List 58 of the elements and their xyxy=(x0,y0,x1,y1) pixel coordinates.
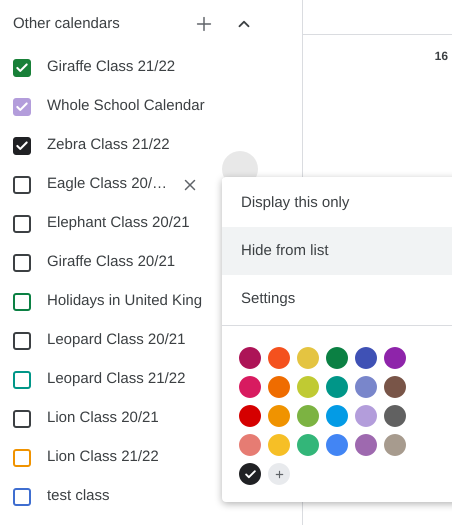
color-swatch[interactable] xyxy=(355,347,377,369)
calendar-checkbox[interactable] xyxy=(13,410,31,428)
calendar-name[interactable]: test class xyxy=(47,485,110,508)
calendar-name[interactable]: Lion Class 20/21 xyxy=(47,407,159,430)
calendar-checkbox[interactable] xyxy=(13,370,31,388)
calendar-checkbox[interactable] xyxy=(13,448,31,466)
calendar-checkbox[interactable] xyxy=(13,58,31,76)
color-swatch[interactable] xyxy=(268,405,290,427)
calendar-name[interactable]: Lion Class 21/22 xyxy=(47,446,159,469)
color-swatch[interactable] xyxy=(268,347,290,369)
color-swatch[interactable] xyxy=(384,434,406,456)
color-swatch[interactable] xyxy=(326,347,348,369)
calendar-checkbox[interactable] xyxy=(13,254,31,272)
check-icon xyxy=(244,468,256,480)
calendar-checkbox[interactable] xyxy=(13,488,31,506)
calendar-name[interactable]: Whole School Calendar xyxy=(47,95,205,118)
calendar-name[interactable]: Giraffe Class 20/21 xyxy=(47,251,176,274)
calendar-checkbox[interactable] xyxy=(13,98,31,116)
color-swatch[interactable] xyxy=(239,376,261,398)
calendar-name[interactable]: Eagle Class 20/… xyxy=(47,173,168,196)
calendar-name[interactable]: Zebra Class 21/22 xyxy=(47,134,170,157)
calendar-checkbox[interactable] xyxy=(13,332,31,350)
color-swatch[interactable] xyxy=(384,347,406,369)
color-swatch[interactable] xyxy=(268,434,290,456)
calendar-name[interactable]: Holidays in United King xyxy=(47,290,202,313)
color-swatch[interactable] xyxy=(326,376,348,398)
add-color-button[interactable] xyxy=(268,463,290,485)
calendar-checkbox[interactable] xyxy=(13,176,31,194)
color-swatch[interactable] xyxy=(297,347,319,369)
color-swatch[interactable] xyxy=(384,405,406,427)
calendar-checkbox[interactable] xyxy=(13,136,31,154)
menu-item[interactable]: Hide from list xyxy=(222,227,452,275)
calendar-name[interactable]: Leopard Class 21/22 xyxy=(47,368,186,391)
calendar-checkbox[interactable] xyxy=(13,292,31,310)
color-swatch[interactable] xyxy=(326,434,348,456)
color-swatch[interactable] xyxy=(268,376,290,398)
check-icon xyxy=(15,138,29,152)
color-swatch[interactable] xyxy=(297,376,319,398)
color-swatch[interactable] xyxy=(297,434,319,456)
color-swatch[interactable] xyxy=(239,347,261,369)
date-number[interactable]: 16 xyxy=(434,47,448,65)
check-icon xyxy=(15,100,29,114)
color-swatch[interactable] xyxy=(355,434,377,456)
color-swatch[interactable] xyxy=(326,405,348,427)
color-swatch[interactable] xyxy=(239,405,261,427)
color-swatch[interactable] xyxy=(355,376,377,398)
color-swatch[interactable] xyxy=(239,434,261,456)
color-swatch[interactable] xyxy=(239,463,261,485)
calendar-name[interactable]: Elephant Class 20/21 xyxy=(47,212,190,235)
color-swatch[interactable] xyxy=(384,376,406,398)
section-title: Other calendars xyxy=(13,14,121,34)
color-swatch[interactable] xyxy=(355,405,377,427)
check-icon xyxy=(15,60,29,74)
calendar-checkbox[interactable] xyxy=(13,214,31,232)
calendar-name[interactable]: Leopard Class 20/21 xyxy=(47,329,186,352)
plus-icon xyxy=(274,468,284,480)
color-swatch[interactable] xyxy=(297,405,319,427)
calendar-name[interactable]: Giraffe Class 21/22 xyxy=(47,56,176,79)
